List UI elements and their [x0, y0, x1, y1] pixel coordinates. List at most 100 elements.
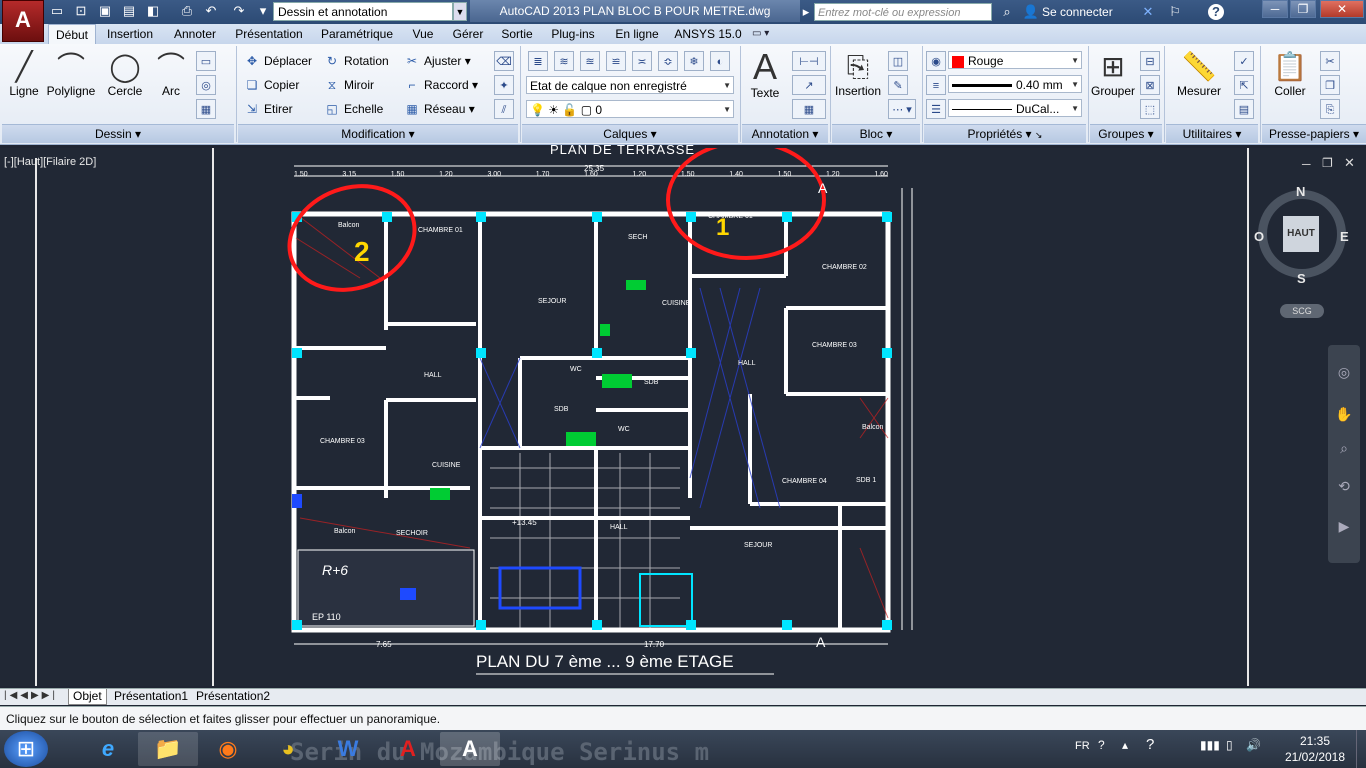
block-attributes-icon[interactable]: ⋯ ▾ — [888, 99, 916, 119]
move-button[interactable]: ✥ Déplacer — [244, 52, 312, 70]
tray-help-icon[interactable]: ? — [1098, 738, 1105, 752]
firefox-icon[interactable]: ◉ — [198, 732, 258, 766]
workspace-select[interactable]: Dessin et annotation — [273, 2, 453, 21]
autocad-taskbar-icon[interactable]: A — [440, 732, 500, 766]
mirror-button[interactable]: ⧖ Miroir — [324, 76, 374, 94]
group-annotation-title[interactable]: Annotation ▾ — [742, 124, 828, 143]
offset-icon[interactable]: ⫽ — [494, 99, 514, 119]
redo-icon[interactable]: ↷ — [230, 3, 248, 19]
search-binoculars-icon[interactable]: ⌕ — [997, 3, 1017, 21]
communication-center-icon[interactable]: ⚐ — [1165, 3, 1185, 21]
polyline-tool-button[interactable]: ⌒ Polyligne — [44, 50, 98, 98]
tab-gerer[interactable]: Gérer — [446, 24, 490, 44]
battery-icon[interactable]: ▯ — [1226, 738, 1233, 752]
dimension-icon[interactable]: ⊢⊣ — [792, 51, 826, 71]
tab-debut[interactable]: Début — [48, 24, 96, 44]
tray-notification-icon[interactable]: ? — [1146, 736, 1154, 753]
copy-clip-icon[interactable]: ❐ — [1320, 75, 1340, 95]
group-presse-papiers-title[interactable]: Presse-papiers ▾ — [1262, 124, 1366, 143]
layer-state-select[interactable]: Etat de calque non enregistré ▼ — [526, 76, 734, 94]
fillet-button[interactable]: ⌐ Raccord ▾ — [404, 76, 478, 94]
linetype-icon[interactable]: ☰ — [926, 99, 946, 119]
word-icon[interactable]: W — [318, 732, 378, 766]
stretch-button[interactable]: ⇲ Etirer — [244, 100, 293, 118]
tab-vue[interactable]: Vue — [404, 24, 442, 44]
compass-south[interactable]: S — [1297, 271, 1306, 286]
scale-button[interactable]: ◱ Echelle — [324, 100, 383, 118]
ungroup-icon[interactable]: ⊟ — [1140, 51, 1160, 71]
text-tool-button[interactable]: A Texte — [744, 48, 786, 101]
exchange-icon[interactable]: ✕ — [1138, 3, 1158, 21]
layer-freeze-icon[interactable]: ❄ — [684, 51, 704, 71]
layer-unisolate-icon[interactable]: ≎ — [658, 51, 678, 71]
restore-icon[interactable]: ❐ — [1290, 0, 1316, 18]
sign-in-button[interactable]: Se connecter — [1042, 3, 1113, 21]
print-icon[interactable]: ⎙ — [178, 3, 196, 19]
taskbar-clock[interactable]: 21:35 21/02/2018 — [1280, 733, 1350, 765]
group-groupes-title[interactable]: Groupes ▾ — [1090, 124, 1162, 143]
linetype-select[interactable]: DuCal... ▼ — [948, 99, 1082, 117]
network-icon[interactable]: ▮▮▮ — [1200, 738, 1220, 752]
viewport-restore-icon[interactable]: ❐ — [1322, 156, 1333, 170]
edit-block-icon[interactable]: ✎ — [888, 75, 908, 95]
layer-state-icon[interactable]: ≋ — [554, 51, 574, 71]
group-button[interactable]: ⊞ Grouper — [1090, 50, 1136, 98]
compass-west[interactable]: O — [1254, 229, 1264, 244]
quick-access-dropdown-icon[interactable]: ▾ — [254, 3, 272, 19]
create-block-icon[interactable]: ◫ — [888, 51, 908, 71]
start-button-icon[interactable]: ⊞ — [4, 731, 48, 767]
layer-select[interactable]: 💡 ☀ 🔓 ▢ 0 ▼ — [526, 100, 734, 118]
group-calques-title[interactable]: Calques ▾ — [522, 124, 738, 143]
layout-tab-2[interactable]: Présentation2 — [192, 689, 274, 704]
ribbon-minimize-icon[interactable]: ▭ ▾ — [752, 27, 788, 41]
undo-icon[interactable]: ↶ — [202, 3, 220, 19]
layer-properties-icon[interactable]: ≣ — [528, 51, 548, 71]
application-menu-button[interactable]: A — [2, 0, 44, 42]
minimize-icon[interactable]: ─ — [1262, 0, 1288, 18]
tab-plugins[interactable]: Plug-ins — [544, 24, 602, 44]
viewport-close-icon[interactable]: ✕ — [1344, 155, 1355, 171]
acrobat-icon[interactable]: A — [378, 732, 438, 766]
copy-button[interactable]: ❏ Copier — [244, 76, 300, 94]
zoom-extents-icon[interactable]: ⌕ — [1334, 438, 1354, 458]
table-icon[interactable]: ▦ — [792, 99, 826, 119]
close-icon[interactable]: ✕ — [1320, 0, 1364, 18]
measure-button[interactable]: 📏 Mesurer — [1170, 50, 1228, 98]
save-as-icon[interactable]: ▤ — [120, 3, 138, 19]
tray-expand-icon[interactable]: ▴ — [1122, 738, 1128, 752]
help-icon[interactable]: ? — [1208, 4, 1224, 20]
tab-sortie[interactable]: Sortie — [494, 24, 540, 44]
gradient-icon[interactable]: ▦ — [196, 99, 216, 119]
layer-previous-icon[interactable]: ≌ — [606, 51, 626, 71]
showmotion-icon[interactable]: ▶ — [1334, 516, 1354, 536]
save-icon[interactable]: ▣ — [96, 3, 114, 19]
tab-parametrique[interactable]: Paramétrique — [314, 24, 400, 44]
layout-nav-arrows-icon[interactable]: |◀◀▶▶| — [4, 690, 58, 701]
show-desktop-button[interactable] — [1356, 730, 1366, 768]
group-proprietes-title[interactable]: Propriétés ▾ ↘ — [924, 124, 1086, 143]
orbit-icon[interactable]: ⟲ — [1334, 476, 1354, 496]
group-modification-title[interactable]: Modification ▾ — [238, 124, 518, 143]
insert-block-button[interactable]: ⎘ Insertion — [834, 50, 882, 98]
viewport-minimize-icon[interactable]: ─ — [1302, 157, 1311, 171]
layer-match-icon[interactable]: ≊ — [580, 51, 600, 71]
leader-icon[interactable]: ↗ — [792, 75, 826, 95]
trim-button[interactable]: ✂ Ajuster ▾ — [404, 52, 471, 70]
quick-select-icon[interactable]: ✓ — [1234, 51, 1254, 71]
language-indicator[interactable]: FR — [1075, 740, 1090, 752]
layer-off-icon[interactable]: ◐ — [710, 51, 730, 71]
tab-annoter[interactable]: Annoter — [166, 24, 224, 44]
tab-insertion[interactable]: Insertion — [100, 24, 160, 44]
arc-tool-button[interactable]: ⌒ Arc — [152, 50, 190, 98]
layout-tab-1[interactable]: Présentation1 — [110, 689, 192, 704]
publish-icon[interactable]: ◧ — [144, 3, 162, 19]
user-icon[interactable]: 👤 — [1022, 3, 1040, 21]
open-file-icon[interactable]: ⊡ — [72, 3, 90, 19]
title-expand-icon[interactable]: ▸ — [801, 3, 811, 21]
rotate-button[interactable]: ↻ Rotation — [324, 52, 389, 70]
chrome-icon[interactable]: ◕ — [258, 732, 318, 766]
lineweight-select[interactable]: 0.40 mm ▼ — [948, 75, 1082, 93]
layer-isolate-icon[interactable]: ≍ — [632, 51, 652, 71]
match-properties-icon[interactable]: ◉ — [926, 51, 946, 71]
match-clip-icon[interactable]: ⎘ — [1320, 99, 1340, 119]
